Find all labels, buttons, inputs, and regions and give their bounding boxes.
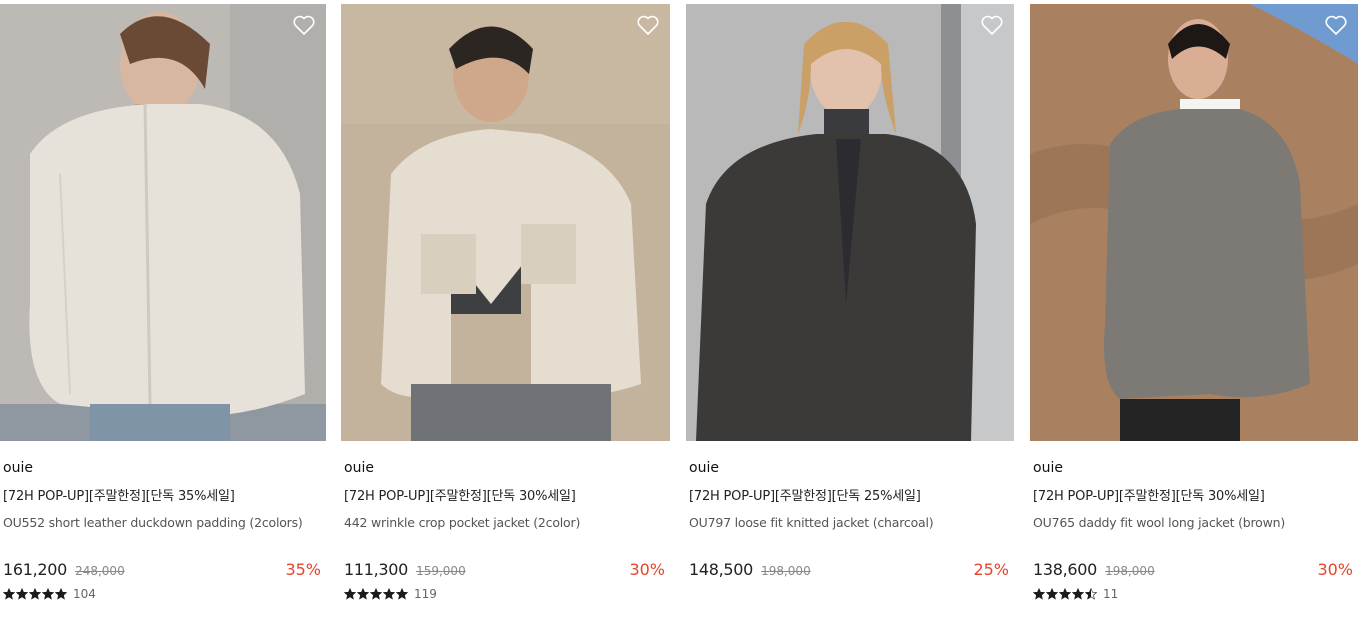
star-rating <box>1033 588 1097 600</box>
wishlist-heart-icon[interactable] <box>292 14 316 36</box>
star-icon <box>16 588 28 600</box>
sale-price: 138,600 <box>1033 560 1098 579</box>
product-info: ouie [72H POP-UP][주말한정][단독 25%세일] OU797 … <box>686 459 1014 581</box>
brand-name[interactable]: ouie <box>689 459 1011 477</box>
review-count: 11 <box>1103 587 1119 601</box>
product-photo-jacket <box>341 4 670 441</box>
star-icon <box>357 588 369 600</box>
product-info: ouie [72H POP-UP][주말한정][단독 30%세일] OU765 … <box>1030 459 1358 602</box>
star-icon <box>383 588 395 600</box>
rating: 104 <box>3 586 323 602</box>
star-icon <box>1046 588 1058 600</box>
product-image[interactable] <box>341 4 670 441</box>
sale-price: 148,500 <box>689 560 754 579</box>
product-photo-jacket <box>1030 4 1358 441</box>
discount-rate: 25% <box>973 560 1009 579</box>
original-price: 159,000 <box>416 564 466 578</box>
promo-text[interactable]: [72H POP-UP][주말한정][단독 30%세일] <box>1033 488 1355 506</box>
product-info: ouie [72H POP-UP][주말한정][단독 30%세일] 442 wr… <box>341 459 670 602</box>
product-image[interactable] <box>0 4 326 441</box>
product-name[interactable]: 442 wrinkle crop pocket jacket (2color) <box>344 514 667 532</box>
discount-rate: 30% <box>629 560 665 579</box>
discount-rate: 35% <box>285 560 321 579</box>
original-price: 248,000 <box>75 564 125 578</box>
star-icon <box>370 588 382 600</box>
wishlist-heart-icon[interactable] <box>1324 14 1348 36</box>
star-icon <box>1059 588 1071 600</box>
sale-price: 161,200 <box>3 560 68 579</box>
review-count: 104 <box>73 587 96 601</box>
rating: 119 <box>344 586 667 602</box>
brand-name[interactable]: ouie <box>1033 459 1355 477</box>
wishlist-heart-icon[interactable] <box>636 14 660 36</box>
price-row: 148,500 198,000 25% <box>689 559 1011 581</box>
product-name[interactable]: OU552 short leather duckdown padding (2c… <box>3 514 323 532</box>
promo-text[interactable]: [72H POP-UP][주말한정][단독 30%세일] <box>344 488 667 506</box>
star-icon <box>1033 588 1045 600</box>
star-icon <box>396 588 408 600</box>
price-row: 111,300 159,000 30% <box>344 559 667 581</box>
product-info: ouie [72H POP-UP][주말한정][단독 35%세일] OU552 … <box>0 459 326 602</box>
star-icon <box>42 588 54 600</box>
star-icon <box>29 588 41 600</box>
star-icon <box>55 588 67 600</box>
brand-name[interactable]: ouie <box>344 459 667 477</box>
product-name[interactable]: OU765 daddy fit wool long jacket (brown) <box>1033 514 1355 532</box>
review-count: 119 <box>414 587 437 601</box>
product-photo-jacket <box>0 4 326 441</box>
sale-price: 111,300 <box>344 560 409 579</box>
star-rating <box>344 588 408 600</box>
promo-text[interactable]: [72H POP-UP][주말한정][단독 25%세일] <box>689 488 1011 506</box>
product-name[interactable]: OU797 loose fit knitted jacket (charcoal… <box>689 514 1011 532</box>
star-icon <box>344 588 356 600</box>
discount-rate: 30% <box>1317 560 1353 579</box>
star-icon <box>1072 588 1084 600</box>
product-image[interactable] <box>686 4 1014 441</box>
product-card[interactable]: ouie [72H POP-UP][주말한정][단독 35%세일] OU552 … <box>0 4 326 602</box>
product-card[interactable]: ouie [72H POP-UP][주말한정][단독 25%세일] OU797 … <box>686 4 1014 581</box>
promo-text[interactable]: [72H POP-UP][주말한정][단독 35%세일] <box>3 488 323 506</box>
star-icon <box>3 588 15 600</box>
price-row: 138,600 198,000 30% <box>1033 559 1355 581</box>
product-card[interactable]: ouie [72H POP-UP][주말한정][단독 30%세일] OU765 … <box>1030 4 1358 602</box>
star-rating <box>3 588 67 600</box>
brand-name[interactable]: ouie <box>3 459 323 477</box>
rating: 11 <box>1033 586 1355 602</box>
original-price: 198,000 <box>761 564 811 578</box>
product-grid: ouie [72H POP-UP][주말한정][단독 35%세일] OU552 … <box>0 0 1363 629</box>
star-icon <box>1085 588 1097 600</box>
price-row: 161,200 248,000 35% <box>3 559 323 581</box>
product-card[interactable]: ouie [72H POP-UP][주말한정][단독 30%세일] 442 wr… <box>341 4 670 602</box>
product-image[interactable] <box>1030 4 1358 441</box>
product-photo-jacket <box>686 4 1014 441</box>
wishlist-heart-icon[interactable] <box>980 14 1004 36</box>
original-price: 198,000 <box>1105 564 1155 578</box>
